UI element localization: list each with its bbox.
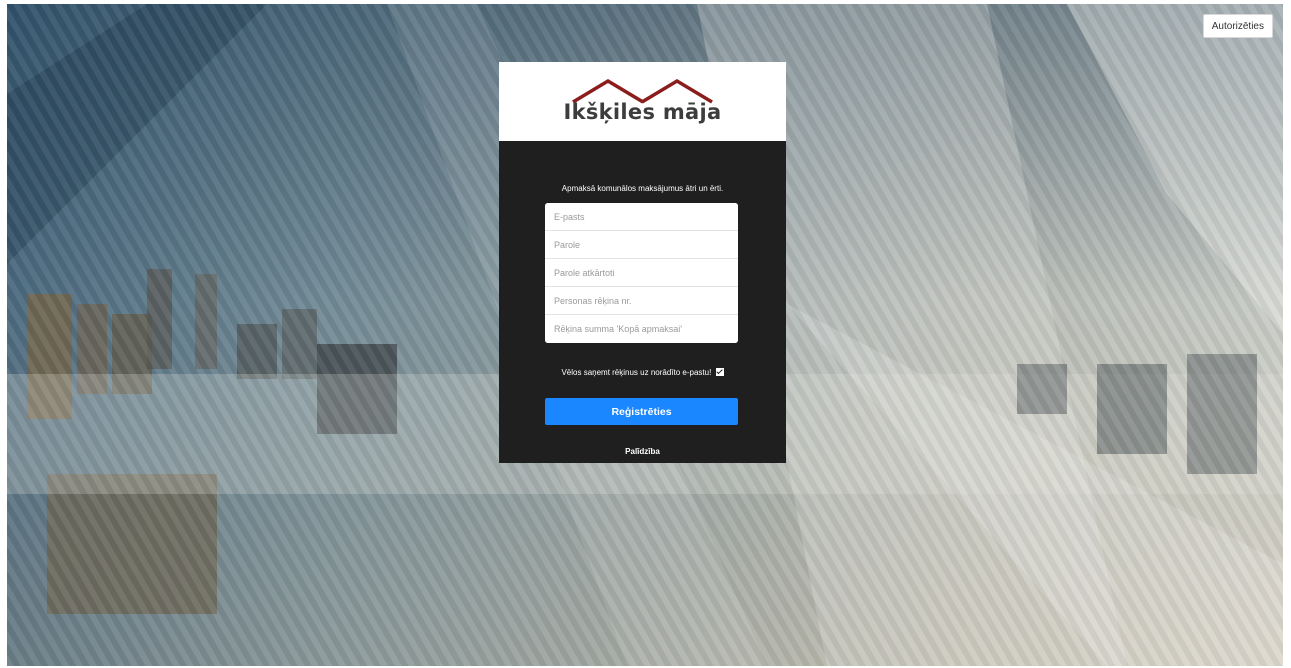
registration-card: Ikšķiles māja Apmaksā komunālos maksājum… (499, 62, 786, 463)
login-button[interactable]: Autorizēties (1202, 14, 1273, 38)
registration-form: Apmaksā komunālos maksājumus ātri un ērt… (499, 141, 786, 463)
input-group (545, 203, 738, 343)
help-link[interactable]: Palīdzība (499, 447, 786, 456)
register-button[interactable]: Reģistrēties (545, 398, 738, 425)
password-repeat-field[interactable] (545, 259, 738, 287)
tagline: Apmaksā komunālos maksājumus ātri un ērt… (561, 184, 724, 193)
email-invoice-option: Vēlos saņemt rēķinus uz norādīto e-pastu… (499, 368, 786, 377)
email-field[interactable] (545, 203, 738, 231)
logo-header: Ikšķiles māja (499, 62, 786, 141)
invoice-amount-field[interactable] (545, 315, 738, 343)
password-field[interactable] (545, 231, 738, 259)
email-invoice-checkbox[interactable] (715, 368, 724, 376)
email-invoice-label: Vēlos saņemt rēķinus uz norādīto e-pastu… (561, 368, 712, 377)
logo-text: Ikšķiles māja (563, 100, 722, 124)
account-number-field[interactable] (545, 287, 738, 315)
